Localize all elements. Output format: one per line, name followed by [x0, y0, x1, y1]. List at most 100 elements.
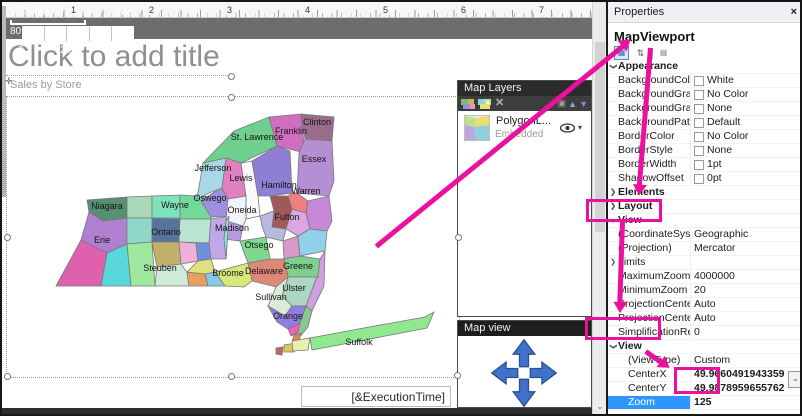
report-title-textbox[interactable]: Click to add title: [8, 40, 232, 76]
selection-handle[interactable]: [4, 373, 11, 380]
new-layer-wizard-icon[interactable]: [461, 98, 475, 110]
property-value-text: 0pt: [707, 172, 722, 184]
property-value-text: Auto: [694, 312, 716, 324]
property-value-text: Auto: [694, 298, 716, 310]
expander-chevron-icon[interactable]: ❯: [608, 186, 618, 199]
scrollbar-down-button[interactable]: ⌄: [593, 400, 607, 414]
county-polygon: [305, 195, 333, 232]
property-value[interactable]: None: [690, 144, 800, 157]
county-label: Suffolk: [345, 337, 373, 347]
county-polygon: [275, 346, 284, 356]
property-value[interactable]: [690, 256, 800, 269]
property-value[interactable]: White: [690, 74, 800, 87]
property-row-maximumzoom[interactable]: MaximumZoom 4000000: [608, 270, 800, 284]
county-label: Greene: [283, 261, 313, 271]
subtitle-textbox[interactable]: Sales by Store: [10, 79, 230, 95]
property-value[interactable]: Default: [690, 116, 800, 129]
property-value[interactable]: 125: [690, 396, 800, 409]
ruler-number: 6: [459, 5, 469, 15]
property-row-borderwidth[interactable]: BorderWidth 1pt: [608, 158, 800, 172]
property-value[interactable]: 4000000: [690, 270, 800, 283]
county-label: Madison: [215, 223, 249, 233]
ruler-number: 5: [381, 5, 391, 15]
layer-options-dropdown-icon[interactable]: ▾: [578, 123, 582, 132]
selection-handle[interactable]: [454, 372, 461, 379]
property-value[interactable]: 0: [690, 326, 800, 339]
property-value-text: 125: [694, 396, 712, 408]
property-value[interactable]: No Color: [690, 130, 800, 143]
property-value[interactable]: Auto: [690, 312, 800, 325]
annotation-highlight-box: [586, 199, 662, 222]
selection-handle[interactable]: [455, 234, 462, 241]
properties-grid: ❯AppearanceBackgroundColorWhiteBackgroun…: [607, 60, 800, 410]
property-value[interactable]: 1pt: [690, 158, 800, 171]
move-layer-down-icon[interactable]: ▼: [579, 99, 588, 109]
ny-county-map[interactable]: Niagara Wayne Oswego Erie Ontario Steuben Jeff…: [29, 100, 464, 372]
property-value[interactable]: Geographic: [690, 228, 800, 241]
property-row-viewtype[interactable]: (ViewType)Custom: [608, 354, 800, 368]
layer-thumbnail: [464, 115, 490, 141]
property-row-backgroundpatte[interactable]: BackgroundPatte Default: [608, 116, 800, 130]
expander-chevron-icon: [608, 144, 618, 157]
property-value[interactable]: Custom: [690, 354, 800, 367]
expander-chevron-icon[interactable]: ❯: [608, 256, 618, 269]
property-row-backgroundgradi[interactable]: BackgroundGradi None: [608, 102, 800, 116]
zoom-value-dropdown[interactable]: ⌄: [788, 371, 800, 388]
expander-chevron-icon: [608, 172, 618, 185]
property-value[interactable]: Mercator: [690, 242, 800, 255]
selection-handle[interactable]: [228, 73, 235, 80]
annotation-arrow: [613, 220, 628, 314]
selection-handle[interactable]: [228, 94, 235, 101]
color-swatch: [694, 117, 704, 128]
property-value[interactable]: Auto: [690, 298, 800, 311]
pan-right-arrow[interactable]: [529, 360, 558, 386]
alphabetical-sort-icon[interactable]: ⇅: [633, 46, 648, 60]
selection-handle[interactable]: [4, 234, 11, 241]
expander-chevron-icon[interactable]: ❯: [607, 342, 620, 352]
county-polygon: [126, 195, 153, 219]
property-value[interactable]: No Color: [690, 88, 800, 101]
property-row-bordercolor[interactable]: BorderColor No Color: [608, 130, 800, 144]
property-value[interactable]: 0pt: [690, 172, 800, 185]
property-row-coordinatesyster[interactable]: (CoordinateSyster Geographic: [608, 228, 800, 242]
property-value[interactable]: 20: [690, 284, 800, 297]
expander-chevron-icon: [608, 396, 618, 409]
property-pages-icon[interactable]: ▦: [657, 47, 670, 59]
property-section-view[interactable]: ❯ View: [607, 340, 800, 354]
property-value-text: No Color: [707, 130, 749, 142]
execution-time-textbox[interactable]: [&ExecutionTime]: [301, 386, 451, 407]
pan-left-arrow[interactable]: [490, 360, 519, 386]
color-swatch: [694, 159, 704, 170]
expander-chevron-icon: [608, 284, 618, 297]
pan-up-arrow[interactable]: [511, 338, 537, 368]
property-section-appearance[interactable]: ❯Appearance: [607, 60, 800, 74]
move-layer-up-icon[interactable]: ▲: [568, 99, 577, 109]
property-row-projection[interactable]: (Projection) Mercator: [608, 242, 800, 256]
close-icon[interactable]: ×: [791, 2, 797, 22]
property-row-zoom[interactable]: Zoom 125: [608, 396, 800, 410]
expander-chevron-icon[interactable]: ❯: [607, 62, 620, 72]
ruler-number: 1: [69, 5, 79, 15]
property-row-backgroundcolor[interactable]: BackgroundColor White: [608, 74, 800, 88]
selection-handle[interactable]: [228, 373, 235, 380]
property-row-borderstyle[interactable]: BorderStyle None: [608, 144, 800, 158]
property-row-projectioncenter[interactable]: ProjectionCenter) Auto: [608, 298, 800, 312]
title-textbox-border: [6, 75, 232, 76]
expander-chevron-icon: [608, 270, 618, 283]
pan-down-arrow[interactable]: [511, 378, 537, 408]
county-label: Sullivan: [255, 292, 287, 302]
property-name: Elements: [618, 186, 665, 198]
expander-chevron-icon: [608, 130, 618, 143]
report-designer-window: 1234567 Click to add title ✛ Sales by St…: [0, 0, 802, 416]
county-label: Delaware: [245, 266, 283, 276]
property-row-backgroundgradi[interactable]: BackgroundGradi No Color: [608, 88, 800, 102]
property-value[interactable]: None: [690, 102, 800, 115]
property-row-limits[interactable]: ❯ Limits: [608, 256, 800, 270]
add-layer-icon[interactable]: [478, 98, 492, 110]
county-label: Oneida: [227, 205, 256, 215]
delete-layer-icon[interactable]: ✕: [495, 97, 504, 110]
property-row-minimumzoom[interactable]: MinimumZoom 20: [608, 284, 800, 298]
property-name: MaximumZoom: [618, 270, 690, 282]
layer-visibility-eye-icon[interactable]: [560, 123, 575, 133]
property-value-text: 0: [694, 326, 700, 338]
